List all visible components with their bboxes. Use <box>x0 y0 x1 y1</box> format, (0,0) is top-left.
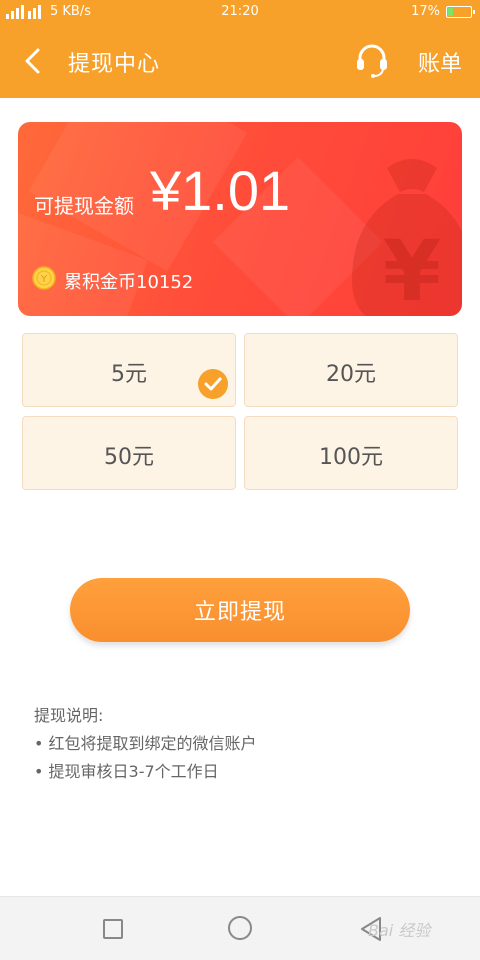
balance-card: ¥ 可提现金额 ¥1.01 Y 累积金币10152 <box>18 122 462 316</box>
money-bag-icon: ¥ <box>352 159 462 316</box>
coin-icon: Y <box>32 266 56 290</box>
withdraw-button[interactable]: 立即提现 <box>70 578 410 642</box>
watermark: Bai 经验 <box>368 921 431 940</box>
option-50[interactable]: 50元 <box>22 416 236 490</box>
withdraw-notes: 提现说明: • 红包将提取到绑定的微信账户 • 提现审核日3-7个工作日 <box>34 702 257 786</box>
battery-icon <box>446 5 475 18</box>
option-5[interactable]: 5元 <box>22 333 236 407</box>
nav-circle-icon[interactable] <box>228 916 252 940</box>
option-20[interactable]: 20元 <box>244 333 458 407</box>
status-right: 17% <box>411 4 475 19</box>
option-label: 100元 <box>319 445 383 470</box>
back-icon[interactable] <box>18 46 48 76</box>
status-time: 21:20 <box>221 4 259 19</box>
battery-percent: 17% <box>411 4 440 19</box>
header-bar: 提现中心 账单 <box>0 24 480 98</box>
svg-text:¥: ¥ <box>383 222 441 316</box>
coins-total: 累积金币10152 <box>64 272 194 293</box>
system-nav-bar: Bai 经验 <box>0 896 480 960</box>
nav-square-icon[interactable] <box>103 919 123 939</box>
option-label: 50元 <box>104 445 154 470</box>
option-label: 20元 <box>326 362 376 387</box>
svg-text:Y: Y <box>40 274 48 285</box>
notes-item: • 提现审核日3-7个工作日 <box>34 762 219 781</box>
notes-item: • 红包将提取到绑定的微信账户 <box>34 734 257 753</box>
check-icon <box>198 369 228 399</box>
balance-label: 可提现金额 <box>34 194 134 218</box>
page-title: 提现中心 <box>68 52 161 77</box>
notes-title: 提现说明: <box>34 706 104 725</box>
balance-amount: ¥1.01 <box>150 159 291 222</box>
option-100[interactable]: 100元 <box>244 416 458 490</box>
status-bar: 5 KB/s 21:20 17% <box>0 0 480 24</box>
bill-button[interactable]: 账单 <box>418 46 462 78</box>
headset-icon[interactable] <box>354 42 390 78</box>
